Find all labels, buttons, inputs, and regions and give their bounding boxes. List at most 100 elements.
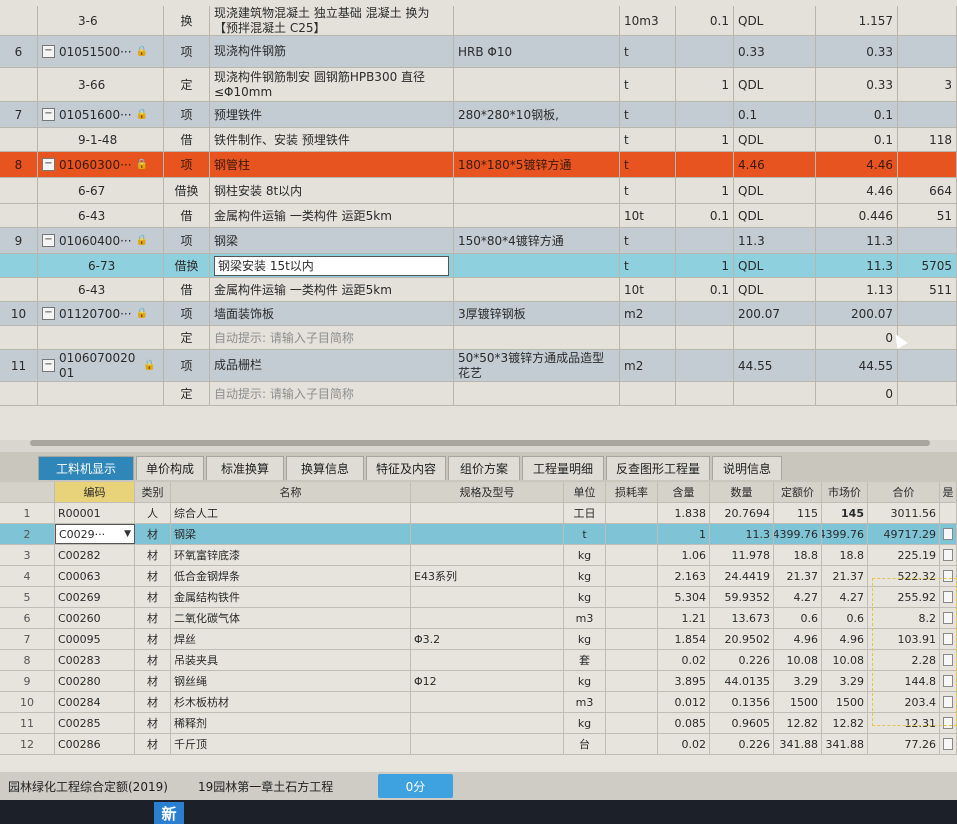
quantity-expr[interactable]: QDL bbox=[734, 254, 816, 277]
quota-library-tab[interactable]: 园林绿化工程综合定额(2019) bbox=[0, 774, 178, 798]
qty-factor[interactable] bbox=[676, 302, 734, 325]
quantity-expr[interactable]: 44.55 bbox=[734, 350, 816, 381]
qty-factor[interactable]: 1 bbox=[676, 254, 734, 277]
total-price[interactable]: 144.8 bbox=[868, 671, 940, 691]
market-price[interactable]: 21.37 bbox=[822, 566, 868, 586]
resource-row[interactable]: 12 C00286 材千斤顶台 0.02 0.226 341.88 341.88 77.26 bbox=[0, 734, 957, 755]
checkbox-cell[interactable] bbox=[940, 734, 957, 754]
item-unit[interactable]: 10m3 bbox=[620, 6, 676, 35]
qty-factor[interactable] bbox=[676, 228, 734, 253]
app-logo-icon[interactable]: 新 bbox=[154, 802, 184, 824]
item-name-cell[interactable]: 钢管柱 bbox=[210, 152, 454, 177]
quantity[interactable]: 20.7694 bbox=[710, 503, 774, 523]
quantity[interactable]: 0.226 bbox=[710, 734, 774, 754]
qty-factor[interactable]: 0.1 bbox=[676, 278, 734, 301]
quota-price[interactable]: 18.8 bbox=[774, 545, 822, 565]
item-unit[interactable]: t bbox=[620, 128, 676, 151]
resource-category[interactable]: 材 bbox=[135, 671, 171, 691]
resource-category[interactable]: 材 bbox=[135, 629, 171, 649]
resource-category[interactable]: 材 bbox=[135, 608, 171, 628]
loss-rate[interactable] bbox=[606, 734, 658, 754]
market-price[interactable]: 4.96 bbox=[822, 629, 868, 649]
resource-row[interactable]: 6 C00260 材二氧化碳气体 m3 1.21 13.673 0.6 0.6 8.2 bbox=[0, 608, 957, 629]
resource-unit[interactable]: t bbox=[564, 524, 606, 544]
resource-code[interactable]: C00260 bbox=[55, 608, 135, 628]
resource-code[interactable]: C00269 bbox=[55, 587, 135, 607]
bill-row[interactable]: 6−01051500··· 🔒 项现浇构件钢筋 HRB Φ10 t 0.33 0.33 bbox=[0, 36, 957, 68]
item-name-cell[interactable]: 现浇构件钢筋制安 圆钢筋HPB300 直径≤Φ10mm bbox=[210, 68, 454, 101]
resource-row[interactable]: 7 C00095 材焊丝 Φ3.2 kg 1.854 20.9502 4.96 4.96 103.… bbox=[0, 629, 957, 650]
item-spec[interactable] bbox=[454, 326, 620, 349]
item-code-cell[interactable]: −01051500··· 🔒 bbox=[38, 36, 164, 67]
item-unit[interactable] bbox=[620, 326, 676, 349]
resource-unit[interactable]: kg bbox=[564, 629, 606, 649]
loss-rate[interactable] bbox=[606, 608, 658, 628]
column-header[interactable]: 规格及型号 bbox=[411, 482, 564, 502]
checkbox-cell[interactable] bbox=[940, 545, 957, 565]
item-spec[interactable]: 3厚镀锌钢板 bbox=[454, 302, 620, 325]
quantity[interactable]: 0.1356 bbox=[710, 692, 774, 712]
item-spec[interactable] bbox=[454, 278, 620, 301]
item-unit[interactable]: t bbox=[620, 178, 676, 203]
item-name-cell[interactable]: 铁件制作、安装 预埋铁件 bbox=[210, 128, 454, 151]
checkbox-icon[interactable] bbox=[943, 654, 953, 666]
market-price[interactable]: 4.27 bbox=[822, 587, 868, 607]
content[interactable]: 1 bbox=[658, 524, 710, 544]
resource-name[interactable]: 稀释剂 bbox=[171, 713, 411, 733]
item-spec[interactable] bbox=[454, 6, 620, 35]
item-unit[interactable]: t bbox=[620, 68, 676, 101]
item-code-cell[interactable] bbox=[38, 382, 164, 405]
resource-unit[interactable]: 工日 bbox=[564, 503, 606, 523]
bill-row[interactable]: 10−01120700··· 🔒 项墙面装饰板 3厚镀锌钢板 m2 200.07 200.0… bbox=[0, 302, 957, 326]
quota-price[interactable]: 115 bbox=[774, 503, 822, 523]
resource-row[interactable]: 3 C00282 材环氧富锌底漆 kg 1.06 11.978 18.8 18.8 225.19 bbox=[0, 545, 957, 566]
checkbox-icon[interactable] bbox=[943, 696, 953, 708]
checkbox-icon[interactable] bbox=[943, 570, 953, 582]
resource-category[interactable]: 材 bbox=[135, 713, 171, 733]
total-price[interactable]: 103.91 bbox=[868, 629, 940, 649]
resource-code[interactable]: C00280 bbox=[55, 671, 135, 691]
item-unit[interactable]: t bbox=[620, 102, 676, 127]
checkbox-icon[interactable] bbox=[943, 675, 953, 687]
content[interactable]: 5.304 bbox=[658, 587, 710, 607]
total-price[interactable]: 522.32 bbox=[868, 566, 940, 586]
resource-spec[interactable] bbox=[411, 650, 564, 670]
quantity[interactable]: 11.3 bbox=[710, 524, 774, 544]
minus-box-icon[interactable]: − bbox=[42, 45, 55, 58]
tab-5[interactable]: 特征及内容 bbox=[366, 456, 446, 480]
item-name-cell[interactable]: 自动提示: 请输入子目简称 bbox=[210, 326, 454, 349]
quantity[interactable]: 59.9352 bbox=[710, 587, 774, 607]
checkbox-cell[interactable] bbox=[940, 671, 957, 691]
minus-box-icon[interactable]: − bbox=[42, 158, 55, 171]
quantity[interactable]: 44.0135 bbox=[710, 671, 774, 691]
quantity-expr[interactable]: 4.46 bbox=[734, 152, 816, 177]
quantity-expr[interactable]: 0.33 bbox=[734, 36, 816, 67]
content[interactable]: 0.02 bbox=[658, 650, 710, 670]
item-code-cell[interactable]: 6-43 bbox=[38, 204, 164, 227]
item-code-cell[interactable]: 3-66 bbox=[38, 68, 164, 101]
resource-row[interactable]: 4 C00063 材低合金钢焊条 E43系列 kg 2.163 24.4419 21.37 21… bbox=[0, 566, 957, 587]
tab-7[interactable]: 工程量明细 bbox=[522, 456, 604, 480]
market-price[interactable]: 145 bbox=[822, 503, 868, 523]
resource-name[interactable]: 环氧富锌底漆 bbox=[171, 545, 411, 565]
minus-box-icon[interactable]: − bbox=[42, 359, 55, 372]
qty-factor[interactable]: 0.1 bbox=[676, 6, 734, 35]
qty-factor[interactable] bbox=[676, 326, 734, 349]
tab-4[interactable]: 换算信息 bbox=[286, 456, 364, 480]
item-name-cell[interactable]: 现浇构件钢筋 bbox=[210, 36, 454, 67]
checkbox-icon[interactable] bbox=[943, 738, 953, 750]
chapter-tab[interactable]: 19园林第一章土石方工程 bbox=[190, 774, 360, 798]
content[interactable]: 1.854 bbox=[658, 629, 710, 649]
resource-category[interactable]: 材 bbox=[135, 566, 171, 586]
resource-spec[interactable]: Φ12 bbox=[411, 671, 564, 691]
quantity[interactable]: 0.226 bbox=[710, 650, 774, 670]
resource-unit[interactable]: kg bbox=[564, 587, 606, 607]
total-price[interactable]: 49717.29 bbox=[868, 524, 940, 544]
qty-factor[interactable]: 1 bbox=[676, 128, 734, 151]
item-code-cell[interactable]: 3-6 bbox=[38, 6, 164, 35]
quantity-expr[interactable]: QDL bbox=[734, 128, 816, 151]
column-header[interactable]: 名称 bbox=[171, 482, 411, 502]
resource-name[interactable]: 千斤顶 bbox=[171, 734, 411, 754]
resource-row[interactable]: 5 C00269 材金属结构铁件 kg 5.304 59.9352 4.27 4.27 255.… bbox=[0, 587, 957, 608]
bill-row[interactable]: 8−01060300··· 🔒 项钢管柱 180*180*5镀锌方通 t 4.46 4.46 bbox=[0, 152, 957, 178]
